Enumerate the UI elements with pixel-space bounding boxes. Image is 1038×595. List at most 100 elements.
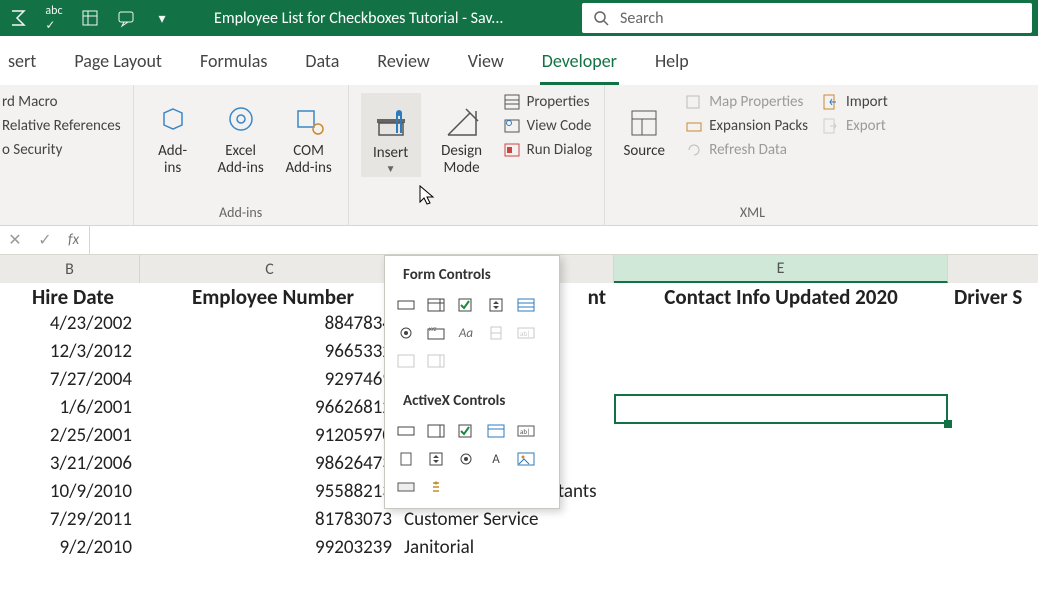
refresh-data-button[interactable]: Refresh Data — [685, 141, 808, 159]
ax-label-icon[interactable]: A — [485, 448, 507, 470]
form-spinner-icon[interactable] — [485, 294, 507, 316]
cell-hire-date[interactable]: 2/25/2001 — [0, 423, 140, 451]
cell-contact-info[interactable] — [614, 451, 948, 479]
qat-customize-icon[interactable]: ▾ — [150, 6, 174, 30]
form-optionbutton-icon[interactable] — [395, 322, 417, 344]
cell-driver[interactable] — [948, 311, 1038, 339]
insert-controls-button[interactable]: Insert ▼ — [361, 93, 421, 177]
source-button[interactable]: Source — [617, 93, 671, 160]
cell-employee-number[interactable]: 96626812 — [140, 395, 400, 423]
expansion-packs-button[interactable]: Expansion Packs — [685, 117, 808, 135]
worksheet-grid[interactable]: B C E Hire Date Employee Number nt Conta… — [0, 255, 1038, 563]
import-button[interactable]: Import — [822, 93, 888, 111]
cell-driver[interactable] — [948, 479, 1038, 507]
cell-employee-number[interactable]: 9297469 — [140, 367, 400, 395]
record-macro-button[interactable]: rd Macro — [2, 93, 121, 111]
cell-department[interactable]: Janitorial — [400, 535, 614, 563]
ax-listbox-icon[interactable] — [485, 420, 507, 442]
cell-driver[interactable] — [948, 423, 1038, 451]
tab-insert-partial[interactable]: sert — [6, 44, 38, 85]
cell-hire-date[interactable]: 10/9/2010 — [0, 479, 140, 507]
cell-driver[interactable] — [948, 367, 1038, 395]
design-mode-button[interactable]: Design Mode — [435, 93, 489, 178]
cell-driver[interactable] — [948, 451, 1038, 479]
formula-input[interactable] — [89, 226, 1038, 254]
cell-contact-info[interactable] — [614, 367, 948, 395]
cell-contact-info[interactable] — [614, 311, 948, 339]
tab-developer[interactable]: Developer — [540, 44, 619, 85]
comment-icon[interactable] — [114, 6, 138, 30]
pivottable-icon[interactable] — [78, 6, 102, 30]
autosum-icon[interactable] — [6, 6, 30, 30]
cell-driver[interactable] — [948, 535, 1038, 563]
spellcheck-icon[interactable]: abc✓ — [42, 6, 66, 30]
cell-employee-number[interactable]: 8847834 — [140, 311, 400, 339]
form-checkbox-icon[interactable] — [455, 294, 477, 316]
enter-formula-icon[interactable]: ✓ — [30, 230, 60, 250]
addins-button[interactable]: Add- ins — [146, 93, 200, 178]
cell-contact-info[interactable] — [614, 479, 948, 507]
ax-morecontrols-icon[interactable] — [425, 476, 447, 498]
export-button[interactable]: Export — [822, 117, 888, 135]
cell-department[interactable]: Customer Service — [400, 507, 614, 535]
ax-commandbutton-icon[interactable] — [395, 420, 417, 442]
com-addins-button[interactable]: COM Add-ins — [282, 93, 336, 178]
map-properties-button[interactable]: Map Properties — [685, 93, 808, 111]
form-combo-list-icon[interactable] — [395, 350, 417, 372]
cell-employee-number[interactable]: 98626473 — [140, 451, 400, 479]
cell-contact-info[interactable] — [614, 339, 948, 367]
form-combo-dropdown-icon[interactable] — [425, 350, 447, 372]
ax-togglebutton-icon[interactable] — [395, 476, 417, 498]
tab-help[interactable]: Help — [653, 44, 691, 85]
col-header-f[interactable] — [948, 255, 1038, 283]
cell-hire-date[interactable]: 7/27/2004 — [0, 367, 140, 395]
cell-contact-info[interactable] — [614, 507, 948, 535]
ax-textbox-icon[interactable]: ab| — [515, 420, 537, 442]
cell-employee-number[interactable]: 81783073 — [140, 507, 400, 535]
relative-references-button[interactable]: Relative References — [2, 117, 121, 135]
cell-contact-info[interactable] — [614, 395, 948, 423]
cell-driver[interactable] — [948, 339, 1038, 367]
form-groupbox-icon[interactable]: XYZ — [425, 322, 447, 344]
cell-hire-date[interactable]: 4/23/2002 — [0, 311, 140, 339]
col-header-c[interactable]: C — [140, 255, 400, 283]
col-header-b[interactable]: B — [0, 255, 140, 283]
macro-security-button[interactable]: o Security — [2, 141, 121, 159]
cell-employee-number[interactable]: 9665332 — [140, 339, 400, 367]
run-dialog-button[interactable]: Run Dialog — [503, 141, 593, 159]
cell-employee-number[interactable]: 91205970 — [140, 423, 400, 451]
col-header-e[interactable]: E — [614, 255, 948, 283]
ax-combobox-icon[interactable] — [425, 420, 447, 442]
form-button-icon[interactable] — [395, 294, 417, 316]
fx-label[interactable]: fx — [68, 231, 79, 249]
form-textfield-icon[interactable]: ab| — [515, 322, 537, 344]
ax-checkbox-icon[interactable] — [455, 420, 477, 442]
cell-driver[interactable] — [948, 395, 1038, 423]
cell-hire-date[interactable]: 7/29/2011 — [0, 507, 140, 535]
cell-hire-date[interactable]: 9/2/2010 — [0, 535, 140, 563]
properties-button[interactable]: Properties — [503, 93, 593, 111]
table-row[interactable]: 7/29/201181783073Customer Service — [0, 507, 1038, 535]
cell-employee-number[interactable]: 99203239 — [140, 535, 400, 563]
tab-data[interactable]: Data — [303, 44, 341, 85]
form-listbox-icon[interactable] — [515, 294, 537, 316]
tab-view[interactable]: View — [466, 44, 506, 85]
ax-image-icon[interactable] — [515, 448, 537, 470]
cell-contact-info[interactable] — [614, 423, 948, 451]
cancel-formula-icon[interactable]: ✕ — [0, 230, 30, 250]
cell-hire-date[interactable]: 3/21/2006 — [0, 451, 140, 479]
excel-addins-button[interactable]: Excel Add-ins — [214, 93, 268, 178]
form-label-icon[interactable]: Aa — [455, 322, 477, 344]
view-code-button[interactable]: View Code — [503, 117, 593, 135]
cell-driver[interactable] — [948, 507, 1038, 535]
form-scrollbar-icon[interactable] — [485, 322, 507, 344]
cell-contact-info[interactable] — [614, 535, 948, 563]
tab-formulas[interactable]: Formulas — [198, 44, 269, 85]
cell-hire-date[interactable]: 12/3/2012 — [0, 339, 140, 367]
tab-review[interactable]: Review — [375, 44, 431, 85]
cell-hire-date[interactable]: 1/6/2001 — [0, 395, 140, 423]
ax-spinbutton-icon[interactable] — [425, 448, 447, 470]
tab-page-layout[interactable]: Page Layout — [72, 44, 164, 85]
ax-scrollbar-icon[interactable] — [395, 448, 417, 470]
form-combobox-icon[interactable] — [425, 294, 447, 316]
